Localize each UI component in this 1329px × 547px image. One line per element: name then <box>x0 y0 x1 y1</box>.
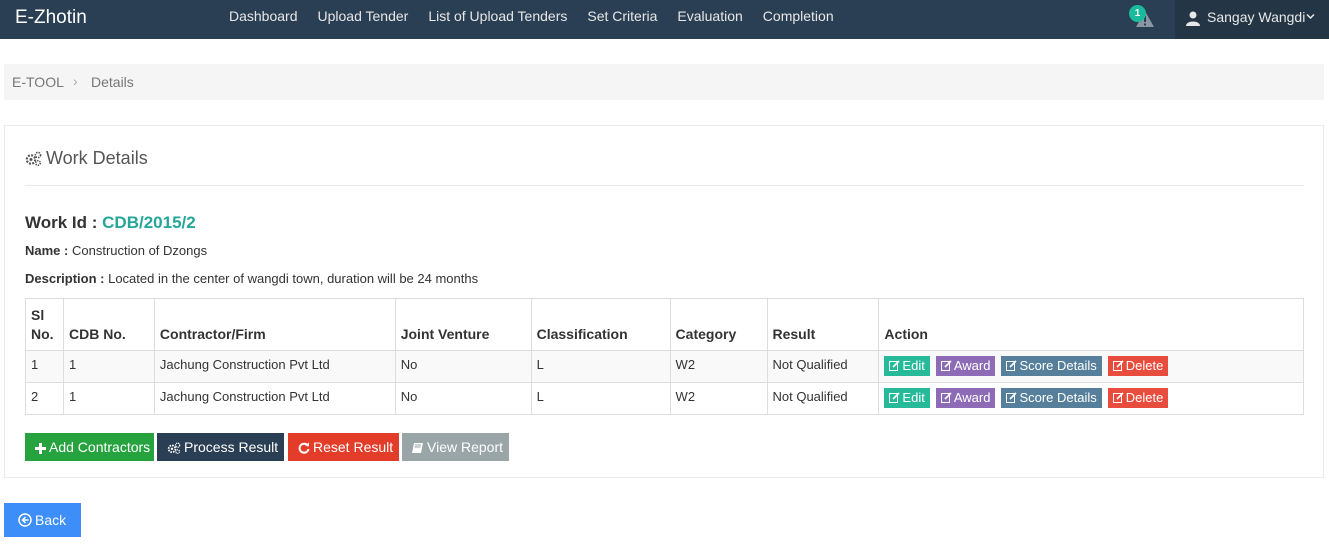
cell-category: W2 <box>669 350 768 383</box>
notification-badge: 1 <box>1129 5 1146 22</box>
work-details-panel: Work Details Work Id : CDB/2015/2 Name :… <box>4 125 1324 478</box>
user-name: Sangay Wangdi <box>1207 9 1306 25</box>
user-menu[interactable]: Sangay Wangdi <box>1175 0 1329 39</box>
header-cdb: CDB No. <box>62 298 155 351</box>
cell-classification: L <box>530 350 671 383</box>
nav-list-upload-tenders[interactable]: List of Upload Tenders <box>418 0 577 39</box>
breadcrumb-current: Details <box>91 74 134 90</box>
table-header-row: Sl No. CDB No. Contractor/Firm Joint Vent… <box>25 298 1304 351</box>
reset-result-button[interactable]: Reset Result <box>288 433 399 461</box>
header-joint-venture: Joint Venture <box>394 298 532 351</box>
edit-icon <box>889 392 900 403</box>
edit-icon <box>1112 360 1124 371</box>
edit-icon <box>889 360 900 371</box>
main-nav: Dashboard Upload Tender List of Upload T… <box>219 0 844 39</box>
breadcrumb: E-TOOL › Details <box>4 64 1324 100</box>
cell-contractor: Jachung Construction Pvt Ltd <box>153 350 396 383</box>
contractors-table: Sl No. CDB No. Contractor/Firm Joint Vent… <box>25 298 1304 415</box>
nav-dashboard[interactable]: Dashboard <box>219 0 308 39</box>
breadcrumb-separator: › <box>73 73 78 89</box>
work-name-label: Name : <box>25 243 69 258</box>
refresh-icon <box>298 442 310 454</box>
panel-divider <box>25 185 1304 186</box>
edit-icon <box>940 360 952 371</box>
breadcrumb-root[interactable]: E-TOOL <box>12 74 64 90</box>
work-id-label: Work Id : <box>25 213 98 232</box>
edit-icon <box>940 392 952 403</box>
table-row: 2 1 Jachung Construction Pvt Ltd No L W2… <box>25 382 1304 415</box>
cell-joint-venture: No <box>394 350 532 383</box>
cell-contractor: Jachung Construction Pvt Ltd <box>153 382 396 415</box>
arrow-circle-left-icon <box>18 513 32 527</box>
nav-evaluation[interactable]: Evaluation <box>667 0 752 39</box>
table-row: 1 1 Jachung Construction Pvt Ltd No L W2… <box>25 350 1304 383</box>
work-name-value: Construction of Dzongs <box>71 243 208 258</box>
gears-icon <box>167 442 181 455</box>
cell-actions: Edit Award Score Details Delete <box>878 350 1304 383</box>
score-details-button[interactable]: Score Details <box>1001 388 1102 408</box>
edit-icon <box>1006 360 1018 371</box>
delete-button[interactable]: Delete <box>1107 388 1169 408</box>
work-id: Work Id : CDB/2015/2 <box>25 213 196 233</box>
work-description: Description : Located in the center of w… <box>25 271 478 286</box>
cell-classification: L <box>530 382 671 415</box>
panel-title: Work Details <box>25 148 148 169</box>
work-description-value: Located in the center of wangdi town, du… <box>108 271 479 286</box>
back-button[interactable]: Back <box>4 503 81 537</box>
cell-result: Not Qualified <box>766 382 880 415</box>
gears-icon <box>25 151 42 166</box>
work-description-label: Description : <box>25 271 105 286</box>
header-action: Action <box>878 298 1304 351</box>
cell-result: Not Qualified <box>766 350 880 383</box>
edit-button[interactable]: Edit <box>884 356 930 376</box>
edit-button[interactable]: Edit <box>884 388 930 408</box>
chevron-down-icon <box>1306 13 1315 20</box>
header-classification: Classification <box>530 298 671 351</box>
work-name: Name : Construction of Dzongs <box>25 243 207 258</box>
delete-button[interactable]: Delete <box>1107 356 1169 376</box>
header-contractor: Contractor/Firm <box>153 298 396 351</box>
top-navbar: E-Zhotin Dashboard Upload Tender List of… <box>0 0 1329 39</box>
edit-icon <box>1006 392 1018 403</box>
header-result: Result <box>766 298 880 351</box>
score-details-button[interactable]: Score Details <box>1001 356 1102 376</box>
cell-cdb: 1 <box>62 350 155 383</box>
view-report-button[interactable]: View Report <box>402 433 509 461</box>
user-icon <box>1186 11 1200 26</box>
cell-actions: Edit Award Score Details Delete <box>878 382 1304 415</box>
cell-cdb: 1 <box>62 382 155 415</box>
cell-sl: 2 <box>25 382 64 415</box>
cell-joint-venture: No <box>394 382 532 415</box>
edit-icon <box>1112 392 1124 403</box>
notification-button[interactable]: 1 <box>1129 5 1159 33</box>
process-result-button[interactable]: Process Result <box>157 433 284 461</box>
add-contractors-button[interactable]: Add Contractors <box>25 433 154 461</box>
header-category: Category <box>669 298 768 351</box>
cell-sl: 1 <box>25 350 64 383</box>
cell-category: W2 <box>669 382 768 415</box>
header-sl: Sl No. <box>25 298 64 351</box>
plus-icon <box>35 443 46 454</box>
award-button[interactable]: Award <box>935 388 996 408</box>
panel-title-text: Work Details <box>46 148 148 168</box>
work-id-value: CDB/2015/2 <box>102 213 196 232</box>
nav-upload-tender[interactable]: Upload Tender <box>308 0 419 39</box>
award-button[interactable]: Award <box>935 356 996 376</box>
nav-set-criteria[interactable]: Set Criteria <box>577 0 667 39</box>
nav-completion[interactable]: Completion <box>753 0 844 39</box>
book-icon <box>412 443 423 453</box>
brand-title[interactable]: E-Zhotin <box>15 7 87 29</box>
